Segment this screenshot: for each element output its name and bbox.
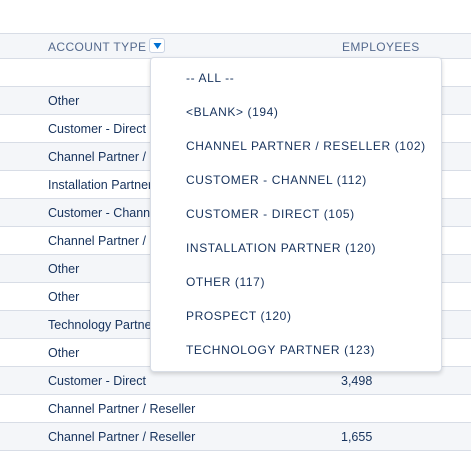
account-type-cell: Other	[48, 94, 80, 108]
chevron-down-icon	[153, 43, 162, 49]
filter-option-all[interactable]: -- ALL --	[186, 71, 234, 85]
account-type-cell: Channel Partner / Reseller	[48, 430, 196, 444]
account-type-filter-dropdown: -- ALL -- <BLANK> (194) CHANNEL PARTNER …	[150, 57, 442, 372]
filter-option-customer-channel[interactable]: CUSTOMER - CHANNEL (112)	[186, 173, 367, 187]
filter-option-installation-partner[interactable]: INSTALLATION PARTNER (120)	[186, 241, 376, 255]
filter-option-blank[interactable]: <BLANK> (194)	[186, 105, 279, 119]
column-header-employees[interactable]: EMPLOYEES	[342, 40, 420, 54]
column-filter-button[interactable]	[149, 38, 165, 53]
account-type-cell: Channel Partner / Reseller	[48, 402, 196, 416]
employees-cell: 1,655	[341, 430, 373, 444]
account-type-cell: Customer - Channel	[48, 206, 160, 220]
account-type-cell: Technology Partner	[48, 318, 156, 332]
account-type-cell: Other	[48, 346, 80, 360]
account-type-cell: Other	[48, 290, 80, 304]
filter-option-prospect[interactable]: PROSPECT (120)	[186, 309, 292, 323]
filter-option-channel-partner[interactable]: CHANNEL PARTNER / RESELLER (102)	[186, 139, 426, 153]
account-type-cell: Customer - Direct	[48, 374, 146, 388]
table-row[interactable]: Channel Partner / Reseller 1,655	[0, 423, 471, 451]
table-header: ACCOUNT TYPE EMPLOYEES	[0, 33, 471, 59]
account-type-cell: Other	[48, 262, 80, 276]
filter-option-other[interactable]: OTHER (117)	[186, 275, 265, 289]
filter-option-technology-partner[interactable]: TECHNOLOGY PARTNER (123)	[186, 343, 375, 357]
account-type-cell: Customer - Direct	[48, 122, 146, 136]
table-row[interactable]: Channel Partner / Reseller	[0, 395, 471, 423]
account-type-cell: Installation Partner	[48, 178, 153, 192]
column-header-account-type[interactable]: ACCOUNT TYPE	[48, 40, 146, 54]
employees-cell: 3,498	[341, 374, 373, 388]
filter-option-customer-direct[interactable]: CUSTOMER - DIRECT (105)	[186, 207, 355, 221]
